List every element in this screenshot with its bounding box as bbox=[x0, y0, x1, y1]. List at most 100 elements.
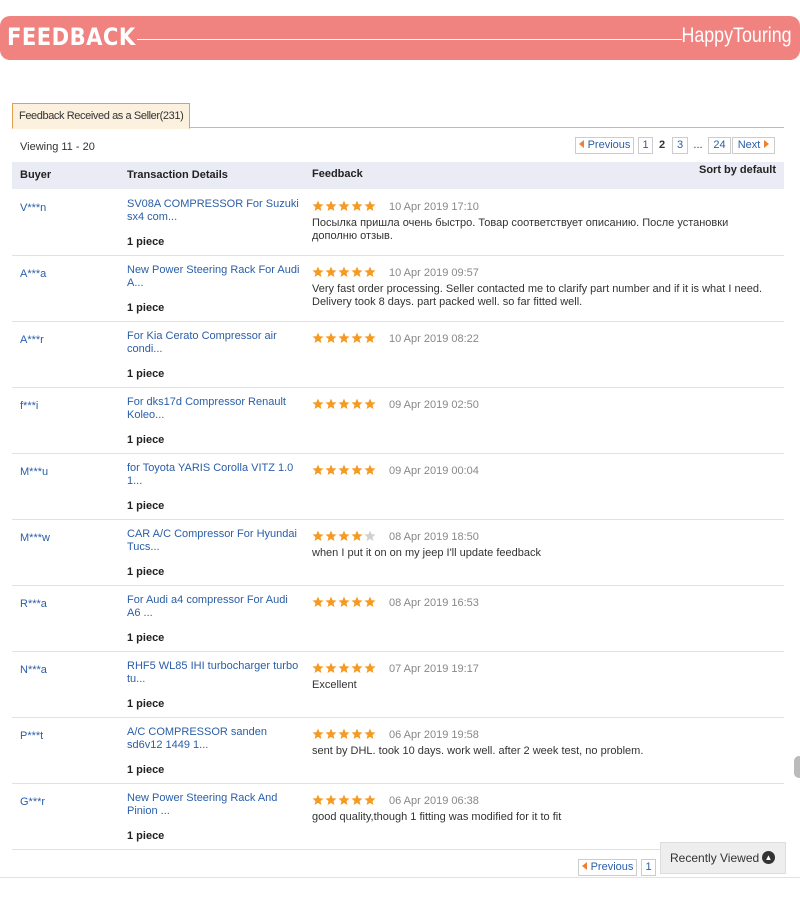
star-rating bbox=[312, 662, 377, 674]
star-filled-icon bbox=[351, 794, 363, 805]
page-24-link[interactable]: 24 bbox=[708, 137, 731, 154]
quantity: 1 piece bbox=[127, 236, 165, 248]
feedback-date: 09 Apr 2019 00:04 bbox=[389, 465, 479, 477]
side-scroll-handle[interactable] bbox=[794, 756, 800, 778]
buyer-link[interactable]: V***n bbox=[20, 202, 46, 214]
buyer-link[interactable]: R***a bbox=[20, 598, 47, 610]
star-filled-icon bbox=[351, 530, 363, 541]
sort-dropdown[interactable]: Sort by default bbox=[699, 164, 776, 176]
star-rating bbox=[312, 398, 377, 410]
star-rating bbox=[312, 596, 377, 608]
star-rating bbox=[312, 794, 377, 806]
feedback-comment: Посылка пришла очень быстро. Товар соотв… bbox=[312, 217, 729, 242]
product-link[interactable]: New Power Steering Rack And Pinion ... bbox=[127, 792, 302, 818]
star-filled-icon bbox=[312, 728, 324, 739]
product-link[interactable]: For Audi a4 compressor For Audi A6 ... bbox=[127, 594, 302, 620]
buyer-link[interactable]: M***w bbox=[20, 532, 50, 544]
buyer-link[interactable]: f***i bbox=[20, 400, 38, 412]
column-header-buyer: Buyer bbox=[20, 169, 52, 181]
star-rating bbox=[312, 332, 377, 344]
bottom-page-1-link[interactable]: 1 bbox=[641, 859, 656, 876]
quantity: 1 piece bbox=[127, 698, 165, 710]
quantity: 1 piece bbox=[127, 830, 165, 842]
quantity: 1 piece bbox=[127, 302, 165, 314]
product-link[interactable]: For dks17d Compressor Renault Koleo... bbox=[127, 396, 302, 422]
star-filled-icon bbox=[351, 662, 363, 673]
star-rating bbox=[312, 728, 377, 740]
star-filled-icon bbox=[325, 530, 337, 541]
buyer-link[interactable]: A***a bbox=[20, 268, 46, 280]
page-1-link[interactable]: 1 bbox=[638, 137, 653, 154]
buyer-link[interactable]: M***u bbox=[20, 466, 48, 478]
chevron-left-icon bbox=[578, 140, 584, 148]
quantity: 1 piece bbox=[127, 500, 165, 512]
table-row: R***a For Audi a4 compressor For Audi A6 … bbox=[12, 586, 784, 652]
star-filled-icon bbox=[338, 662, 350, 673]
product-link[interactable]: New Power Steering Rack For Audi A... bbox=[127, 264, 302, 290]
product-link[interactable]: for Toyota YARIS Corolla VITZ 1.0 1... bbox=[127, 462, 302, 488]
star-filled-icon bbox=[351, 464, 363, 475]
recently-viewed-label: Recently Viewed bbox=[670, 851, 760, 865]
buyer-link[interactable]: P***t bbox=[20, 730, 43, 742]
product-link[interactable]: For Kia Cerato Compressor air condi... bbox=[127, 330, 302, 356]
star-filled-icon bbox=[351, 266, 363, 277]
feedback-comment: Excellent bbox=[312, 679, 357, 691]
star-filled-icon bbox=[338, 266, 350, 277]
tab-feedback-received[interactable]: Feedback Received as a Seller(231) bbox=[12, 103, 191, 129]
star-filled-icon bbox=[351, 200, 363, 211]
product-link[interactable]: RHF5 WL85 IHI turbocharger turbo tu... bbox=[127, 660, 302, 686]
product-link[interactable]: SV08A COMPRESSOR For Suzuki sx4 com... bbox=[127, 198, 302, 224]
star-filled-icon bbox=[351, 728, 363, 739]
table-row: M***u for Toyota YARIS Corolla VITZ 1.0 1… bbox=[12, 454, 784, 520]
star-filled-icon bbox=[351, 332, 363, 343]
star-filled-icon bbox=[312, 530, 324, 541]
feedback-comment: sent by DHL. took 10 days. work well. af… bbox=[312, 745, 644, 757]
star-filled-icon bbox=[312, 662, 324, 673]
product-link[interactable]: A/C COMPRESSOR sanden sd6v12 1449 1... bbox=[127, 726, 302, 752]
buyer-link[interactable]: G***r bbox=[20, 796, 45, 808]
star-filled-icon bbox=[364, 332, 376, 343]
table-header: Buyer Transaction Details Feedback Sort … bbox=[12, 162, 784, 189]
table-row: G***r New Power Steering Rack And Pinion … bbox=[12, 784, 784, 850]
footer-divider bbox=[0, 877, 800, 878]
product-link[interactable]: CAR A/C Compressor For Hyundai Tucs... bbox=[127, 528, 302, 554]
star-filled-icon bbox=[325, 332, 337, 343]
quantity: 1 piece bbox=[127, 632, 165, 644]
star-filled-icon bbox=[364, 728, 376, 739]
star-filled-icon bbox=[325, 728, 337, 739]
page-3-link[interactable]: 3 bbox=[672, 137, 688, 154]
bottom-previous-button[interactable]: Previous bbox=[578, 859, 637, 876]
recently-viewed-button[interactable]: Recently Viewed ▲ bbox=[660, 842, 786, 874]
next-button[interactable]: Next bbox=[732, 137, 775, 154]
bottom-previous-label: Previous bbox=[590, 861, 634, 873]
star-filled-icon bbox=[312, 200, 324, 211]
star-filled-icon bbox=[325, 200, 337, 211]
feedback-date: 10 Apr 2019 08:22 bbox=[389, 333, 479, 345]
previous-label: Previous bbox=[587, 139, 631, 151]
star-filled-icon bbox=[364, 200, 376, 211]
feedback-date: 06 Apr 2019 06:38 bbox=[389, 795, 479, 807]
star-filled-icon bbox=[338, 332, 350, 343]
star-rating bbox=[312, 530, 377, 542]
feedback-date: 10 Apr 2019 17:10 bbox=[389, 201, 479, 213]
table-row: f***i For dks17d Compressor Renault Koleo… bbox=[12, 388, 784, 454]
feedback-date: 10 Apr 2019 09:57 bbox=[389, 267, 479, 279]
star-filled-icon bbox=[312, 596, 324, 607]
previous-button[interactable]: Previous bbox=[575, 137, 634, 154]
column-header-feedback: Feedback bbox=[312, 168, 363, 180]
chevron-left-icon bbox=[581, 862, 587, 870]
buyer-link[interactable]: A***r bbox=[20, 334, 44, 346]
buyer-link[interactable]: N***a bbox=[20, 664, 47, 676]
table-row: N***a RHF5 WL85 IHI turbocharger turbo tu… bbox=[12, 652, 784, 718]
star-filled-icon bbox=[312, 266, 324, 277]
table-row: M***w CAR A/C Compressor For Hyundai Tucs… bbox=[12, 520, 784, 586]
pagination-ellipsis: ... bbox=[691, 138, 705, 153]
chevron-right-icon bbox=[764, 140, 770, 148]
star-filled-icon bbox=[338, 596, 350, 607]
star-filled-icon bbox=[351, 596, 363, 607]
table-row: V***n SV08A COMPRESSOR For Suzuki sx4 com… bbox=[12, 190, 784, 256]
star-rating bbox=[312, 464, 377, 476]
star-filled-icon bbox=[338, 464, 350, 475]
feedback-comment: when I put it on on my jeep I'll update … bbox=[312, 547, 541, 559]
star-filled-icon bbox=[364, 266, 376, 277]
